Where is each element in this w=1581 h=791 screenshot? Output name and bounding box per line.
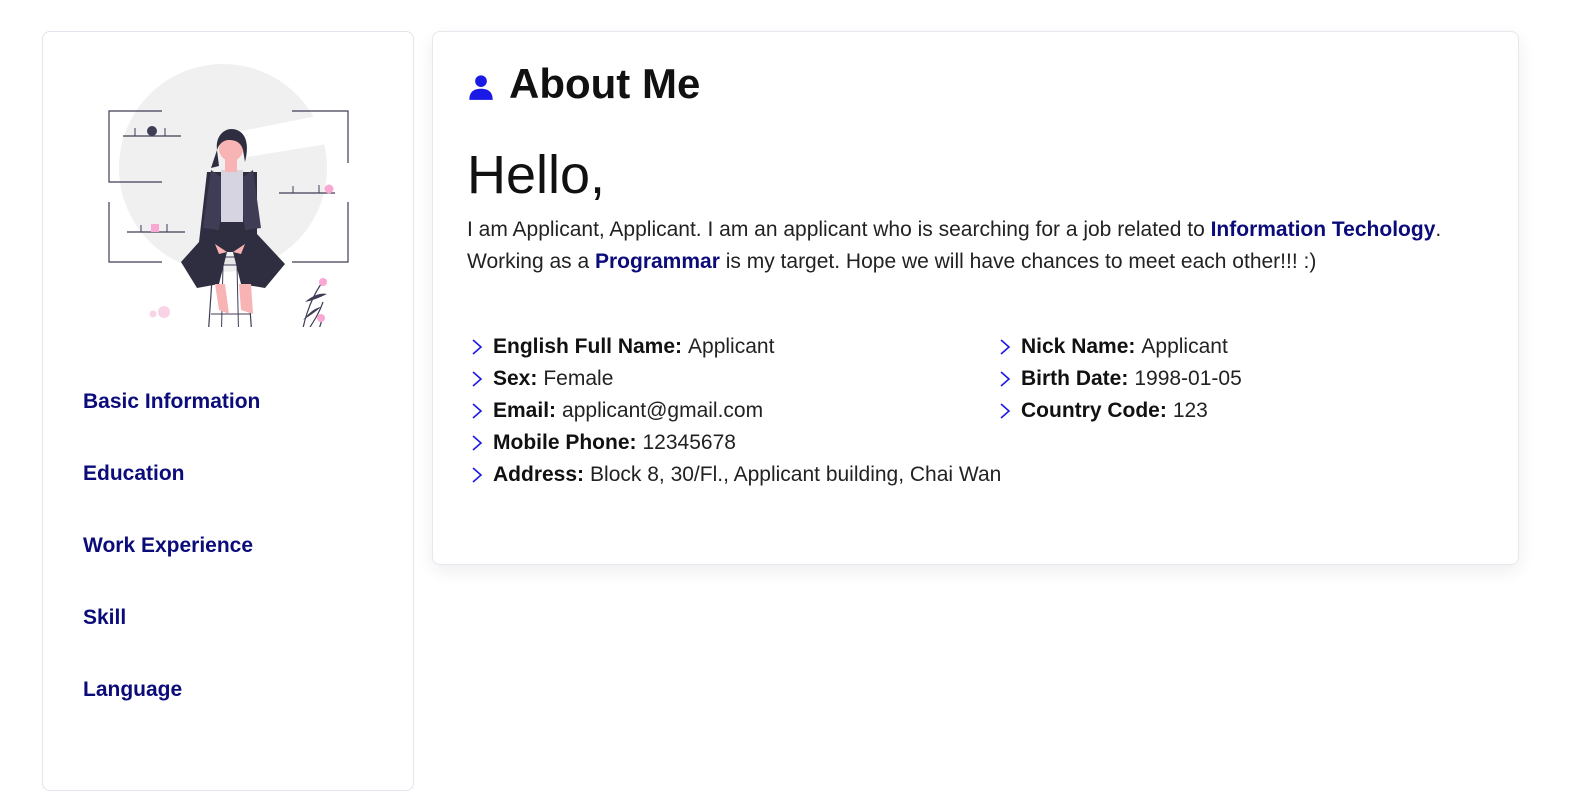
intro-field: Information Techology — [1210, 218, 1436, 241]
details-right: Nick Name: Applicant Birth Date: 1998-01… — [995, 331, 1242, 427]
woman-on-stool-illustration — [108, 64, 349, 327]
detail-email: Email: applicant@gmail.com — [467, 395, 1001, 427]
about-card: About Me Hello, I am Applicant, Applican… — [432, 31, 1519, 565]
chevron-right-icon — [472, 435, 483, 451]
page-title: About Me — [509, 60, 701, 107]
detail-label: English Full Name: — [493, 335, 683, 358]
detail-nick-name: Nick Name: Applicant — [995, 331, 1242, 363]
detail-value: Applicant — [688, 335, 775, 358]
chevron-right-icon — [1000, 339, 1011, 355]
intro-role: Programmar — [595, 250, 720, 273]
about-heading: About Me — [467, 60, 700, 108]
detail-address: Address: Block 8, 30/Fl., Applicant buil… — [467, 459, 1001, 491]
detail-label: Mobile Phone: — [493, 431, 637, 454]
detail-label: Nick Name: — [1021, 335, 1136, 358]
detail-value: 12345678 — [642, 431, 736, 454]
chevron-right-icon — [1000, 371, 1011, 387]
detail-label: Country Code: — [1021, 399, 1167, 422]
detail-birth-date: Birth Date: 1998-01-05 — [995, 363, 1242, 395]
nav-skill[interactable]: Skill — [83, 603, 260, 675]
chevron-right-icon — [1000, 403, 1011, 419]
detail-value: applicant@gmail.com — [562, 399, 764, 422]
detail-country-code: Country Code: 123 — [995, 395, 1242, 427]
chevron-right-icon — [472, 403, 483, 419]
nav-basic-information[interactable]: Basic Information — [83, 387, 260, 459]
detail-sex: Sex: Female — [467, 363, 1001, 395]
nav-language[interactable]: Language — [83, 675, 260, 747]
intro-part1: I am Applicant, Applicant. I am an appli… — [467, 218, 1211, 241]
detail-label: Birth Date: — [1021, 367, 1129, 390]
detail-value: Applicant — [1141, 335, 1228, 358]
detail-value: Block 8, 30/Fl., Applicant building, Cha… — [590, 463, 1002, 486]
greeting: Hello, — [467, 145, 606, 205]
detail-value: 123 — [1172, 399, 1208, 422]
intro-text: I am Applicant, Applicant. I am an appli… — [467, 214, 1477, 278]
nav-education[interactable]: Education — [83, 459, 260, 531]
sidebar: Basic Information Education Work Experie… — [42, 31, 414, 791]
details-left: English Full Name: Applicant Sex: Female… — [467, 331, 1001, 491]
intro-part3: is my target. Hope we will have chances … — [719, 250, 1317, 273]
detail-mobile-phone: Mobile Phone: 12345678 — [467, 427, 1001, 459]
detail-value: 1998-01-05 — [1134, 367, 1242, 390]
chevron-right-icon — [472, 339, 483, 355]
detail-value: Female — [543, 367, 614, 390]
chevron-right-icon — [472, 467, 483, 483]
detail-label: Address: — [493, 463, 585, 486]
nav-work-experience[interactable]: Work Experience — [83, 531, 260, 603]
detail-label: Email: — [493, 399, 557, 422]
sidebar-nav: Basic Information Education Work Experie… — [83, 387, 260, 747]
chevron-right-icon — [472, 371, 483, 387]
detail-english-full-name: English Full Name: Applicant — [467, 331, 1001, 363]
person-icon — [469, 75, 493, 100]
detail-label: Sex: — [493, 367, 538, 390]
